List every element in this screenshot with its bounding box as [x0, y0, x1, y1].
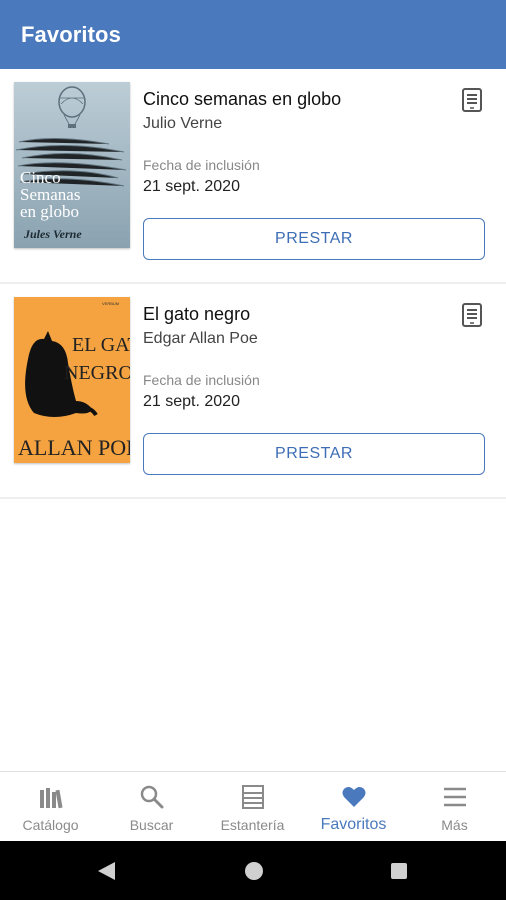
shelf-icon [242, 785, 264, 809]
nav-label: Favoritos [320, 816, 387, 833]
nav-label: Estantería [220, 817, 285, 833]
recents-icon[interactable] [391, 863, 407, 879]
nav-item-mas[interactable]: Más [404, 772, 505, 842]
inclusion-date-label: Fecha de inclusión [143, 372, 260, 388]
bottom-navigation: Catálogo Buscar Estantería Favoritos Más [0, 771, 506, 842]
cover-publisher: VERBUM [102, 301, 119, 306]
nav-label: Buscar [129, 817, 174, 833]
page-title: Favoritos [21, 22, 121, 47]
cover-author: Jules Verne [23, 227, 82, 241]
book-author: Julio Verne [143, 115, 223, 132]
ebook-icon [462, 303, 482, 327]
book-title[interactable]: El gato negro [143, 304, 250, 325]
app-bar: Favoritos [0, 0, 506, 69]
nav-label: Más [441, 817, 468, 833]
menu-icon [444, 787, 466, 807]
book-author: Edgar Allan Poe [143, 330, 258, 347]
cover-title-line: NEGRO [64, 362, 130, 384]
ebook-icon [462, 88, 482, 112]
back-icon[interactable] [98, 862, 115, 880]
nav-item-buscar[interactable]: Buscar [101, 772, 202, 842]
nav-item-favoritos[interactable]: Favoritos [303, 772, 404, 842]
inclusion-date: 21 sept. 2020 [143, 178, 240, 195]
books-icon [40, 788, 63, 809]
cover-author: ALLAN POE [18, 435, 130, 460]
nav-label: Catálogo [22, 817, 79, 833]
book-cover[interactable]: VERBUM EL GATO NEGRO ALLAN POE [14, 297, 130, 463]
cover-title-line: en globo [20, 202, 79, 221]
inclusion-date: 21 sept. 2020 [143, 393, 240, 410]
favorite-book-card[interactable]: Cinco Semanas en globo Jules Verne Cinco… [0, 69, 506, 284]
lend-button[interactable]: PRESTAR [143, 218, 485, 260]
heart-icon [342, 787, 366, 807]
system-navigation-bar [0, 841, 506, 900]
nav-item-estanteria[interactable]: Estantería [202, 772, 303, 842]
book-cover[interactable]: Cinco Semanas en globo Jules Verne [14, 82, 130, 248]
nav-item-catalogo[interactable]: Catálogo [0, 772, 101, 842]
cover-title-line: EL GATO [72, 334, 130, 356]
favorite-book-card[interactable]: VERBUM EL GATO NEGRO ALLAN POE El gato n… [0, 284, 506, 499]
home-icon[interactable] [245, 862, 263, 880]
search-icon [140, 785, 164, 809]
book-title[interactable]: Cinco semanas en globo [143, 89, 341, 110]
inclusion-date-label: Fecha de inclusión [143, 157, 260, 173]
lend-button[interactable]: PRESTAR [143, 433, 485, 475]
